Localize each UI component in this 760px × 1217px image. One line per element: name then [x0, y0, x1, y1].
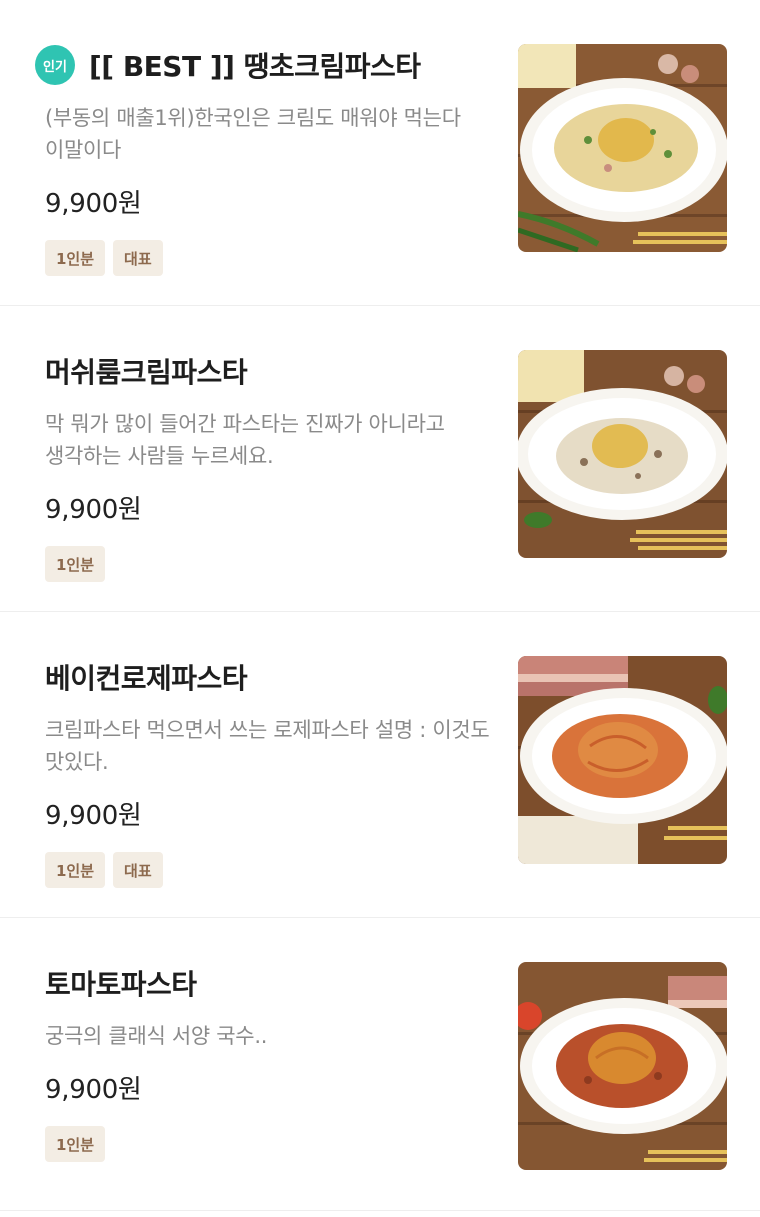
menu-item-description: 궁극의 클래식 서양 국수..	[45, 1024, 268, 1048]
menu-item-description: 막 뭐가 많이 들어간 파스타는 진짜가 아니라고 생각하는 사람들 누르세요.	[45, 412, 445, 468]
menu-list: 인기 [[ BEST ]] 땡초크림파스타 (부동의 매출1위)한국인은 크림도…	[0, 0, 760, 1211]
menu-item-photo[interactable]	[518, 350, 727, 558]
menu-item-info: 토마토파스타 궁극의 클래식 서양 국수.. 9,900원 1인분	[45, 958, 495, 1162]
pasta-dish-image	[518, 44, 727, 252]
menu-item-tags: 1인분 대표	[45, 852, 495, 888]
menu-item-tags: 1인분	[45, 1126, 495, 1162]
pasta-dish-image	[518, 350, 727, 558]
tag-serving: 1인분	[45, 546, 106, 582]
popular-badge: 인기	[35, 45, 75, 85]
tag-serving: 1인분	[45, 240, 106, 276]
pasta-dish-image	[518, 962, 727, 1170]
menu-item[interactable]: 머쉬룸크림파스타 막 뭐가 많이 들어간 파스타는 진짜가 아니라고 생각하는 …	[0, 306, 760, 612]
menu-item-info: 머쉬룸크림파스타 막 뭐가 많이 들어간 파스타는 진짜가 아니라고 생각하는 …	[45, 346, 495, 582]
pasta-dish-image	[518, 656, 727, 864]
menu-item-name: 토마토파스타	[45, 968, 197, 1001]
menu-item-price: 9,900원	[45, 1075, 142, 1105]
menu-item-photo[interactable]	[518, 962, 727, 1170]
menu-item-description: (부동의 매출1위)한국인은 크림도 매워야 먹는다 이말이다	[45, 106, 461, 162]
menu-item-title-row: 토마토파스타	[45, 958, 495, 1008]
menu-item-tags: 1인분	[45, 546, 495, 582]
menu-item-photo[interactable]	[518, 656, 727, 864]
tag-signature: 대표	[113, 240, 163, 276]
menu-item-title-row: 인기 [[ BEST ]] 땡초크림파스타	[35, 40, 495, 90]
menu-item-name: 머쉬룸크림파스타	[45, 356, 248, 389]
menu-item-title-row: 머쉬룸크림파스타	[45, 346, 495, 396]
tag-serving: 1인분	[45, 852, 106, 888]
menu-item-price: 9,900원	[45, 801, 142, 831]
menu-item-info: 베이컨로제파스타 크림파스타 먹으면서 쓰는 로제파스타 설명 : 이것도 맛있…	[45, 652, 495, 888]
menu-item-photo[interactable]	[518, 44, 727, 252]
menu-item-description: 크림파스타 먹으면서 쓰는 로제파스타 설명 : 이것도 맛있다.	[45, 718, 490, 774]
menu-item-name: [[ BEST ]] 땡초크림파스타	[89, 50, 421, 83]
menu-item-name: 베이컨로제파스타	[45, 662, 248, 695]
tag-signature: 대표	[113, 852, 163, 888]
menu-item-price: 9,900원	[45, 495, 142, 525]
menu-item-price: 9,900원	[45, 189, 142, 219]
menu-item[interactable]: 토마토파스타 궁극의 클래식 서양 국수.. 9,900원 1인분	[0, 918, 760, 1211]
menu-item[interactable]: 인기 [[ BEST ]] 땡초크림파스타 (부동의 매출1위)한국인은 크림도…	[0, 0, 760, 306]
menu-item[interactable]: 베이컨로제파스타 크림파스타 먹으면서 쓰는 로제파스타 설명 : 이것도 맛있…	[0, 612, 760, 918]
menu-item-info: 인기 [[ BEST ]] 땡초크림파스타 (부동의 매출1위)한국인은 크림도…	[35, 40, 495, 276]
menu-item-tags: 1인분 대표	[45, 240, 495, 276]
tag-serving: 1인분	[45, 1126, 106, 1162]
menu-item-title-row: 베이컨로제파스타	[45, 652, 495, 702]
